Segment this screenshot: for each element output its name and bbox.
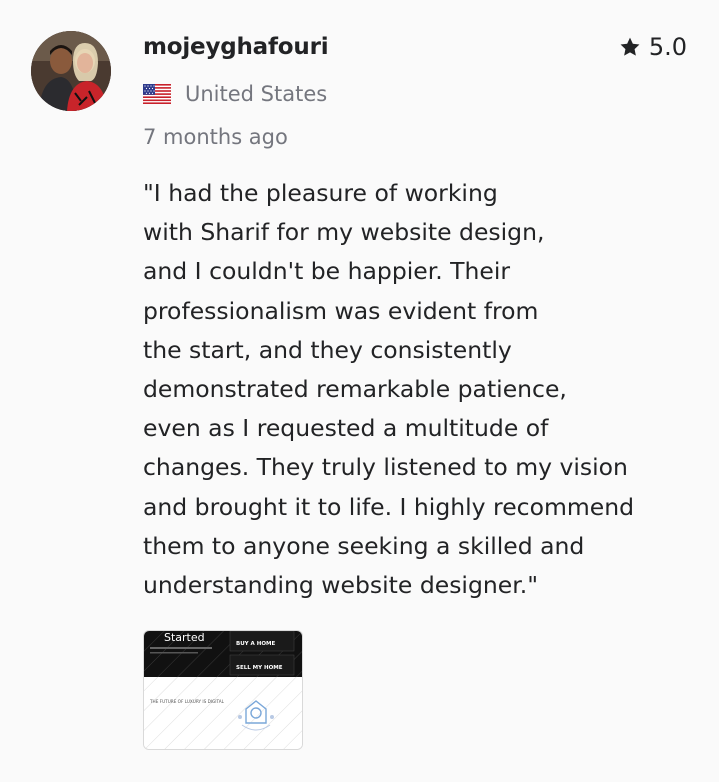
rating-value: 5.0	[648, 33, 687, 61]
star-icon	[620, 37, 640, 56]
rating: 5.0	[619, 33, 687, 61]
reviewer-country: United States	[143, 82, 327, 106]
review-card: mojeyghafouri 5.0 United States 7 months…	[0, 0, 719, 782]
reviewer-username[interactable]: mojeyghafouri	[143, 34, 329, 60]
attachment-tile-buy: BUY A HOME	[236, 641, 275, 647]
attachment-tile-sell: SELL MY HOME	[236, 665, 283, 671]
attachment-caption: THE FUTURE OF LUXURY IS DIGITAL	[149, 699, 225, 704]
review-text: "I had the pleasure of working with Shar…	[143, 179, 635, 600]
attachment-heading: Started	[164, 631, 205, 644]
us-flag-icon	[143, 84, 171, 104]
attachment-preview: Started BUY A HOME SELL MY HOME THE FUTU…	[144, 631, 302, 749]
reviewer-avatar[interactable]	[31, 31, 111, 111]
review-attachment-thumbnail[interactable]: Started BUY A HOME SELL MY HOME THE FUTU…	[143, 630, 303, 750]
avatar-photo	[31, 31, 111, 111]
country-name: United States	[185, 82, 328, 106]
review-timestamp: 7 months ago	[143, 125, 288, 149]
